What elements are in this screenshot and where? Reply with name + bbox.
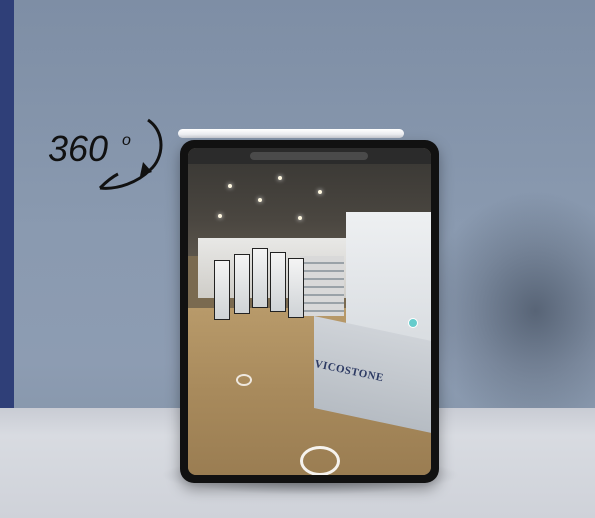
tablet-device: VICOSTONE (180, 140, 439, 483)
wall-edge (0, 0, 14, 410)
sample-panel (234, 254, 250, 314)
ceiling-light (218, 214, 222, 218)
tablet-screen: VICOSTONE (188, 148, 431, 475)
ceiling-light (318, 190, 322, 194)
ceiling-light (258, 198, 262, 202)
white-wall (346, 212, 431, 342)
url-bar[interactable] (250, 152, 368, 160)
floor-nav-marker[interactable] (236, 374, 252, 386)
product-photo: 360 o VICOSTONE (0, 0, 595, 518)
browser-toolbar (188, 148, 431, 164)
hotspot-marker[interactable] (408, 318, 418, 328)
ceiling-light (298, 216, 302, 220)
360-badge: 360 o (48, 118, 178, 208)
sample-panel (270, 252, 286, 312)
rotate-arrow-icon (98, 118, 163, 190)
sample-panel (214, 260, 230, 320)
sample-panel (288, 258, 304, 318)
sample-panel (252, 248, 268, 308)
display-shelf (300, 256, 344, 316)
ceiling-light (228, 184, 232, 188)
ceiling-light (278, 176, 282, 180)
floor-nav-ring[interactable] (300, 446, 340, 475)
plant-shadow (425, 190, 595, 410)
stylus-pencil (178, 129, 404, 138)
